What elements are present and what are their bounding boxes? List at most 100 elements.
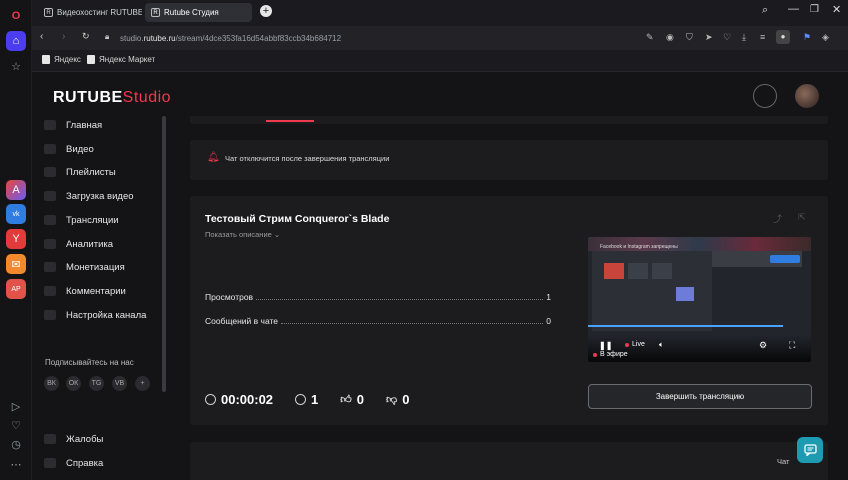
menu-icon[interactable]: ≡	[760, 32, 765, 42]
nav-item-playlists[interactable]: Плейлисты	[44, 162, 116, 182]
page-icon	[87, 55, 95, 64]
nav-item-analytics[interactable]: Аналитика	[44, 234, 113, 254]
previous-card	[190, 116, 828, 124]
show-description-link[interactable]: Показать описание ⌄	[205, 230, 280, 239]
back-icon[interactable]: ‹	[40, 31, 43, 42]
nav-label: Плейлисты	[66, 166, 116, 178]
camera-icon[interactable]: ◉	[666, 32, 674, 43]
app-tile	[676, 287, 694, 301]
next-card	[190, 442, 828, 480]
url-field[interactable]: studio.rutube.ru/stream/4dce353fa16d54ab…	[120, 34, 341, 43]
forward-icon[interactable]: ›	[62, 31, 65, 42]
new-tab-icon[interactable]: +	[260, 5, 272, 17]
close-icon[interactable]: ✕	[832, 3, 841, 16]
minimize-icon[interactable]: —	[788, 3, 799, 15]
nav-item-upload[interactable]: Загрузка видео	[44, 186, 134, 206]
timer: 00:00:02	[205, 392, 273, 407]
chat-button[interactable]	[797, 437, 823, 463]
clock-icon	[205, 394, 216, 405]
edit-icon[interactable]: ✎	[646, 32, 654, 43]
player-icon[interactable]: ▷	[6, 396, 26, 416]
opera-icon[interactable]: O	[6, 6, 26, 26]
stream-card: Тестовый Стрим Conqueror`s Blade Показат…	[190, 196, 828, 425]
nav-item-monetization[interactable]: Монетизация	[44, 257, 125, 277]
avatar[interactable]	[795, 84, 819, 108]
nav-item-comments[interactable]: Комментарии	[44, 281, 126, 301]
bell-icon: 🔔︎	[207, 152, 220, 163]
profile-icon[interactable]: ●	[776, 30, 790, 44]
nav-item-channel-settings[interactable]: Настройка канала	[44, 305, 146, 325]
settings-icon[interactable]: ⚙	[759, 340, 767, 351]
chat-messages-stat: Сообщений в чате 0	[205, 316, 551, 326]
flag-icon[interactable]: ⚑	[803, 32, 811, 43]
more-icon[interactable]: ⋯	[6, 454, 26, 474]
logo-main: RUTUBE	[53, 89, 123, 106]
thumbs-down-icon: 👎︎	[386, 394, 398, 406]
views-stat: Просмотров 1	[205, 292, 551, 302]
heart-icon[interactable]: ♡	[6, 415, 26, 435]
bookmark-yandex[interactable]: Яндекс	[42, 55, 81, 64]
rutube-studio-logo[interactable]: RUTUBEStudio	[53, 89, 171, 107]
telegram-icon[interactable]: TG	[89, 376, 104, 391]
nav-label: Справка	[66, 457, 104, 469]
cube-icon[interactable]: ◈	[822, 32, 829, 43]
url-path: /stream/4dce353fa16d54abbf83ccb34b684712	[175, 33, 342, 43]
mail-icon[interactable]: ✉	[6, 254, 26, 274]
screen-window	[592, 251, 712, 331]
home-icon[interactable]: ⌂	[6, 31, 26, 51]
timer-value: 00:00:02	[221, 392, 274, 407]
reload-icon[interactable]: ↻	[82, 31, 90, 42]
viber-icon[interactable]: VB	[112, 376, 127, 391]
subscribe-label: Подписывайтесь на нас	[45, 358, 134, 367]
stream-preview-player[interactable]: Facebook и Instagram запрещены ❚❚ Live 🔈…	[588, 237, 811, 362]
star-icon[interactable]: ☆	[6, 56, 26, 76]
live-dot-icon	[625, 342, 629, 347]
search-icon[interactable]: ⌕	[762, 4, 768, 17]
sidebar-scrollbar[interactable]	[162, 116, 166, 392]
upload-icon	[44, 191, 56, 201]
show-description-label: Показать описание	[205, 230, 272, 239]
chat-notice: 🔔︎ Чат отключится после завершения транс…	[190, 140, 828, 180]
vk-icon[interactable]: vk	[6, 204, 26, 224]
live-dot-icon	[593, 352, 597, 357]
vk-icon[interactable]: ВК	[44, 376, 59, 391]
send-icon[interactable]: ➤	[705, 32, 713, 43]
tab-rutube-studio[interactable]: R Rutube Студия	[145, 3, 252, 22]
heart-icon[interactable]: ♡	[723, 32, 731, 43]
tab-rutube[interactable]: R Видеохостинг RUTUBE. С	[38, 3, 142, 22]
shield-icon[interactable]: ⛉	[686, 32, 693, 43]
tab-bar: R Видеохостинг RUTUBE. С R Rutube Студия…	[32, 0, 848, 26]
maximize-icon[interactable]: ❐	[810, 4, 819, 15]
download-icon[interactable]: ⤓	[742, 32, 746, 43]
progress-bar[interactable]	[588, 325, 783, 327]
more-socials-icon[interactable]: +	[135, 376, 150, 391]
bookmark-yandex-market[interactable]: Яндекс Маркет	[87, 55, 155, 64]
vpn-icon[interactable]: AP	[6, 279, 26, 299]
end-stream-button[interactable]: Завершить трансляцию	[588, 384, 812, 409]
pause-icon[interactable]: ❚❚	[599, 341, 612, 350]
bookmark-label: Яндекс Маркет	[99, 55, 156, 64]
nav-item-streams[interactable]: Трансляции	[44, 210, 119, 230]
yandex-icon[interactable]: Y	[6, 229, 26, 249]
nav-item-home[interactable]: Главная	[44, 115, 102, 135]
url-prefix: studio.	[120, 33, 144, 43]
aria-icon[interactable]: A	[6, 180, 26, 200]
logo-sub: Studio	[122, 89, 172, 106]
viewer-icon	[295, 394, 307, 405]
nav-label: Настройка канала	[66, 309, 147, 321]
nav-label: Монетизация	[66, 261, 125, 273]
notifications-button[interactable]	[753, 84, 777, 108]
chat-label: Чат	[777, 457, 790, 466]
nav-item-complaints[interactable]: Жалобы	[44, 429, 103, 449]
external-link-icon[interactable]: ⇱	[798, 212, 806, 223]
ok-icon[interactable]: ОК	[66, 376, 81, 391]
nav-item-help[interactable]: Справка	[44, 453, 103, 473]
nav-item-video[interactable]: Видео	[44, 139, 94, 159]
tab-label: Видеохостинг RUTUBE. С	[57, 8, 142, 17]
playlist-icon	[44, 167, 56, 177]
clock-icon[interactable]: ◷	[6, 434, 26, 454]
share-icon[interactable]: ⤴	[773, 212, 782, 225]
fullscreen-icon[interactable]: ⛶	[789, 340, 795, 351]
volume-icon[interactable]: 🔈︎	[659, 340, 664, 350]
viewers-value: 1	[311, 392, 319, 407]
